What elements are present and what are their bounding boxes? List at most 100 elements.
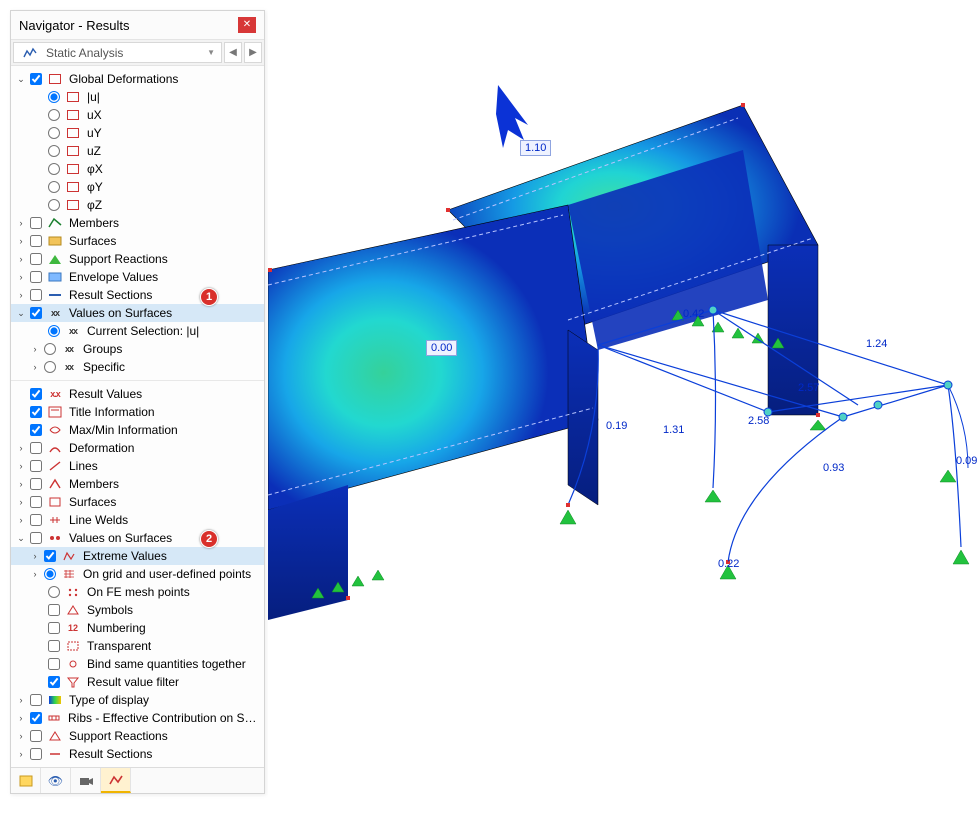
tree-node-phiy[interactable]: φY: [11, 178, 264, 196]
tab-views[interactable]: [71, 768, 101, 793]
tree-node-lines2[interactable]: › Lines: [11, 457, 264, 475]
checkbox-values-on-surfaces[interactable]: [30, 307, 42, 319]
checkbox-sr2[interactable]: [30, 730, 42, 742]
expand-icon[interactable]: ›: [15, 479, 27, 489]
expand-icon[interactable]: ›: [29, 569, 41, 579]
tree-node-ux[interactable]: uX: [11, 106, 264, 124]
checkbox-typeofdisplay[interactable]: [30, 694, 42, 706]
checkbox-linewelds[interactable]: [30, 514, 42, 526]
tree-node-specific[interactable]: › xx Specific: [11, 358, 264, 376]
radio-uz[interactable]: [48, 145, 60, 157]
radio-phiy[interactable]: [48, 181, 60, 193]
tree-node-on-grid[interactable]: › On grid and user-defined points: [11, 565, 264, 583]
radio-groups[interactable]: [44, 343, 56, 355]
checkbox-vos2[interactable]: [30, 532, 42, 544]
tree-node-type-of-display[interactable]: › Type of display: [11, 691, 264, 709]
expand-icon[interactable]: ›: [29, 362, 41, 372]
expand-icon[interactable]: ›: [15, 749, 27, 759]
checkbox-symbols[interactable]: [48, 604, 60, 616]
tree-node-on-fe[interactable]: On FE mesh points: [11, 583, 264, 601]
expand-icon[interactable]: ›: [29, 344, 41, 354]
tree-node-current-selection[interactable]: xx Current Selection: |u|: [11, 322, 264, 340]
checkbox-titleinfo[interactable]: [30, 406, 42, 418]
expand-icon[interactable]: ›: [29, 551, 41, 561]
next-button[interactable]: ▶: [244, 42, 262, 63]
expand-icon[interactable]: ›: [15, 218, 27, 228]
tab-results[interactable]: [101, 768, 131, 793]
tree-node-title-information[interactable]: Title Information: [11, 403, 264, 421]
tree-node-values-on-surfaces[interactable]: ⌄ xx Values on Surfaces: [11, 304, 264, 322]
analysis-dropdown[interactable]: Static Analysis ▼: [13, 42, 222, 63]
tree-node-result-value-filter[interactable]: Result value filter: [11, 673, 264, 691]
model-viewport[interactable]: 1.10 0.00 0.42 1.24 2.57 2.58 1.31 0.19 …: [268, 10, 972, 807]
expand-icon[interactable]: ›: [15, 236, 27, 246]
tree-node-surfaces2[interactable]: › Surfaces: [11, 493, 264, 511]
radio-phix[interactable]: [48, 163, 60, 175]
checkbox-surfaces2[interactable]: [30, 496, 42, 508]
expand-icon[interactable]: ›: [15, 713, 27, 723]
radio-on-fe[interactable]: [48, 586, 60, 598]
checkbox-bindsame[interactable]: [48, 658, 60, 670]
tree-node-phix[interactable]: φX: [11, 160, 264, 178]
tree-node-values-on-surfaces-2[interactable]: ⌄ Values on Surfaces: [11, 529, 264, 547]
checkbox-envelope[interactable]: [30, 271, 42, 283]
tree-node-result-sections[interactable]: › Result Sections: [11, 286, 264, 304]
tree-node-uz[interactable]: uZ: [11, 142, 264, 160]
tab-display[interactable]: 👁: [41, 768, 71, 793]
tree-node-u-abs[interactable]: |u|: [11, 88, 264, 106]
checkbox-rvfilter[interactable]: [48, 676, 60, 688]
collapse-icon[interactable]: ⌄: [15, 533, 27, 544]
checkbox-result-values[interactable]: [30, 388, 42, 400]
checkbox-extreme[interactable]: [44, 550, 56, 562]
expand-icon[interactable]: ›: [15, 695, 27, 705]
collapse-icon[interactable]: ⌄: [15, 308, 27, 319]
checkbox-numbering[interactable]: [48, 622, 60, 634]
radio-ux[interactable]: [48, 109, 60, 121]
tree-node-bind-same[interactable]: Bind same quantities together: [11, 655, 264, 673]
tree-node-ribs[interactable]: › Ribs - Effective Contribution on Sur..…: [11, 709, 264, 727]
tree-node-uy[interactable]: uY: [11, 124, 264, 142]
checkbox-lines[interactable]: [30, 460, 42, 472]
expand-icon[interactable]: ›: [15, 290, 27, 300]
expand-icon[interactable]: ›: [15, 731, 27, 741]
collapse-icon[interactable]: ⌄: [15, 74, 27, 85]
checkbox-members2[interactable]: [30, 478, 42, 490]
radio-u-abs[interactable]: [48, 91, 60, 103]
tree-node-result-sections-2[interactable]: › Result Sections: [11, 745, 264, 763]
tree-node-members[interactable]: › Members: [11, 214, 264, 232]
checkbox-surfaces[interactable]: [30, 235, 42, 247]
checkbox-supports[interactable]: [30, 253, 42, 265]
tree-node-surfaces[interactable]: › Surfaces: [11, 232, 264, 250]
tree-node-deformation[interactable]: › Deformation: [11, 439, 264, 457]
radio-current-selection[interactable]: [48, 325, 60, 337]
tree-node-support-reactions-2[interactable]: › Support Reactions: [11, 727, 264, 745]
checkbox-maxmin[interactable]: [30, 424, 42, 436]
tree-node-maxmin[interactable]: Max/Min Information: [11, 421, 264, 439]
checkbox-transparent[interactable]: [48, 640, 60, 652]
tree-node-extreme-values[interactable]: › Extreme Values: [11, 547, 264, 565]
radio-on-grid[interactable]: [44, 568, 56, 580]
tree-node-envelope-values[interactable]: › Envelope Values: [11, 268, 264, 286]
checkbox-rs2[interactable]: [30, 748, 42, 760]
expand-icon[interactable]: ›: [15, 461, 27, 471]
expand-icon[interactable]: ›: [15, 272, 27, 282]
tree-node-result-values[interactable]: x.x Result Values: [11, 385, 264, 403]
tree-node-support-reactions[interactable]: › Support Reactions: [11, 250, 264, 268]
checkbox-ribs[interactable]: [30, 712, 42, 724]
tree-node-transparent[interactable]: Transparent: [11, 637, 264, 655]
prev-button[interactable]: ◀: [224, 42, 242, 63]
tree-node-groups[interactable]: › xx Groups: [11, 340, 264, 358]
checkbox-members[interactable]: [30, 217, 42, 229]
radio-uy[interactable]: [48, 127, 60, 139]
tree-node-symbols[interactable]: Symbols: [11, 601, 264, 619]
expand-icon[interactable]: ›: [15, 497, 27, 507]
tree-node-linewelds[interactable]: › Line Welds: [11, 511, 264, 529]
expand-icon[interactable]: ›: [15, 443, 27, 453]
expand-icon[interactable]: ›: [15, 515, 27, 525]
tree-node-members2[interactable]: › Members: [11, 475, 264, 493]
radio-specific[interactable]: [44, 361, 56, 373]
tab-data[interactable]: [11, 768, 41, 793]
checkbox-resultsections[interactable]: [30, 289, 42, 301]
tree-node-numbering[interactable]: 12 Numbering: [11, 619, 264, 637]
checkbox-global-deformations[interactable]: [30, 73, 42, 85]
